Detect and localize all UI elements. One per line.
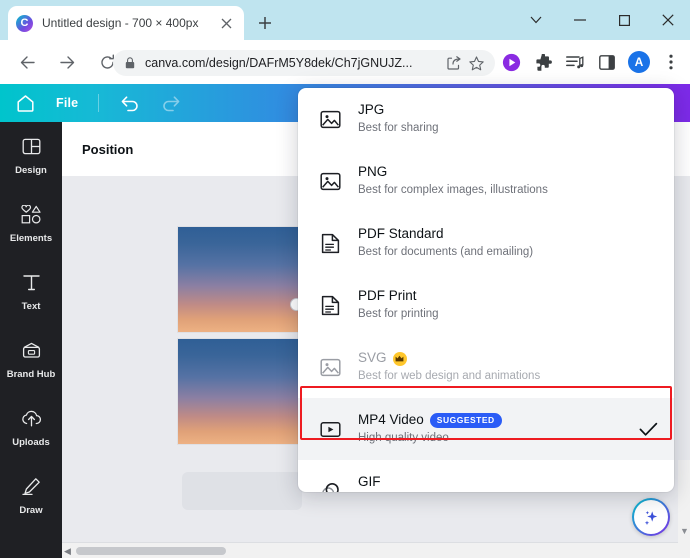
scroll-left-arrow[interactable]: ◀	[64, 546, 71, 557]
menu-item-subtitle: Best for documents (and emailing)	[358, 246, 534, 259]
forward-icon[interactable]	[50, 45, 84, 79]
menu-item-pdf-print[interactable]: PDF Print Best for printing	[298, 274, 674, 336]
position-button[interactable]: Position	[82, 142, 133, 157]
avatar[interactable]: A	[624, 47, 654, 77]
home-icon[interactable]	[8, 88, 42, 118]
sidebar-item-elements[interactable]: Elements	[0, 190, 62, 258]
menu-item-title: PDF Print	[358, 288, 417, 304]
toolbar-divider	[98, 94, 100, 112]
sidebar-item-label: Draw	[19, 504, 43, 516]
document-icon	[316, 295, 344, 316]
sidebar-item-label: Elements	[9, 232, 53, 244]
address-bar[interactable]: canva.com/design/DAFrM5Y8dek/Ch7jGNUJZ..…	[113, 50, 495, 76]
menu-item-pdf-standard[interactable]: PDF Standard Best for documents (and ema…	[298, 212, 674, 274]
media-play-icon[interactable]	[496, 47, 526, 77]
elements-icon	[20, 204, 42, 229]
design-icon	[22, 137, 41, 161]
menu-item-title: SVG	[358, 350, 387, 366]
menu-item-text: PNG Best for complex images, illustratio…	[358, 164, 658, 198]
vertical-scrollbar[interactable]: ▼	[678, 460, 690, 558]
menu-item-text: GIF Short clip, no sound	[358, 474, 658, 492]
back-icon[interactable]	[10, 45, 44, 79]
canva-logo-icon: C	[16, 14, 33, 32]
sidebar-item-draw[interactable]: Draw	[0, 462, 62, 530]
maximize-button[interactable]	[602, 3, 646, 37]
menu-item-jpg[interactable]: JPG Best for sharing	[298, 88, 674, 150]
document-icon	[316, 233, 344, 254]
checkmark-icon	[639, 422, 658, 437]
canvas-image-element[interactable]	[178, 227, 310, 332]
browser-toolbar-actions: A	[496, 47, 686, 77]
undo-icon[interactable]	[113, 88, 147, 118]
menu-item-text: PDF Standard Best for documents (and ema…	[358, 226, 658, 260]
close-button[interactable]	[646, 3, 690, 37]
menu-item-gif[interactable]: GIF Short clip, no sound	[298, 460, 674, 492]
text-icon	[22, 273, 41, 297]
menu-item-subtitle: Best for printing	[358, 308, 439, 321]
gif-icon	[316, 481, 344, 492]
sidebar-item-uploads[interactable]: Uploads	[0, 394, 62, 462]
extensions-puzzle-icon[interactable]	[528, 47, 558, 77]
browser-tab[interactable]: C Untitled design - 700 × 400px	[8, 6, 244, 40]
export-format-dropdown: JPG Best for sharing PNG Best for comple…	[298, 88, 674, 492]
pro-crown-icon	[392, 351, 407, 366]
menu-item-title: JPG	[358, 102, 385, 118]
menu-item-text: MP4 Video SUGGESTED High quality video	[358, 412, 639, 446]
tab-strip: C Untitled design - 700 × 400px	[0, 0, 690, 40]
canva-sidebar: Design Elements Text Brand Hub Uploads D…	[0, 122, 62, 558]
video-icon	[316, 420, 344, 439]
menu-item-png[interactable]: PNG Best for complex images, illustratio…	[298, 150, 674, 212]
menu-item-mp4-video[interactable]: MP4 Video SUGGESTED High quality video	[298, 398, 674, 460]
horizontal-scrollbar[interactable]: ◀	[62, 542, 690, 558]
reading-list-icon[interactable]	[560, 47, 590, 77]
sidebar-item-label: Design	[15, 164, 47, 176]
menu-item-subtitle: Best for sharing	[358, 122, 439, 135]
side-panel-icon[interactable]	[592, 47, 622, 77]
scroll-down-arrow[interactable]: ▼	[680, 526, 689, 536]
suggested-badge: SUGGESTED	[429, 413, 502, 428]
overflow-menu-icon[interactable]	[656, 47, 686, 77]
bookmark-star-icon[interactable]	[465, 55, 487, 71]
window-controls	[514, 0, 690, 40]
minimize-button[interactable]	[558, 3, 602, 37]
tab-search-button[interactable]	[514, 3, 558, 37]
horizontal-scroll-thumb[interactable]	[76, 547, 226, 555]
menu-item-svg[interactable]: SVG Best for web design and animations	[298, 336, 674, 398]
canvas-image-element[interactable]	[178, 339, 310, 444]
menu-item-text: JPG Best for sharing	[358, 102, 658, 136]
brand-hub-icon	[21, 341, 42, 365]
sidebar-item-brand-hub[interactable]: Brand Hub	[0, 326, 62, 394]
sidebar-item-design[interactable]: Design	[0, 122, 62, 190]
url-text: canva.com/design/DAFrM5Y8dek/Ch7jGNUJZ..…	[145, 56, 413, 70]
share-icon[interactable]	[443, 56, 465, 70]
magic-studio-button[interactable]	[632, 498, 670, 536]
menu-item-title: MP4 Video	[358, 412, 424, 428]
draw-icon	[21, 477, 42, 501]
tab-close-icon[interactable]	[216, 13, 236, 33]
canvas-placeholder-box[interactable]	[182, 472, 302, 510]
browser-window: C Untitled design - 700 × 400px canva.co…	[0, 0, 690, 558]
new-tab-button[interactable]	[252, 10, 278, 36]
redo-icon[interactable]	[153, 88, 187, 118]
menu-item-subtitle: High quality video	[358, 432, 449, 445]
sidebar-item-label: Uploads	[12, 436, 50, 448]
menu-item-title: GIF	[358, 474, 381, 490]
image-icon	[316, 171, 344, 192]
uploads-icon	[21, 409, 42, 433]
file-menu-button[interactable]: File	[56, 96, 78, 110]
tab-title: Untitled design - 700 × 400px	[42, 16, 199, 30]
sidebar-item-label: Text	[21, 300, 41, 312]
menu-item-title: PDF Standard	[358, 226, 444, 242]
sidebar-item-text[interactable]: Text	[0, 258, 62, 326]
menu-item-subtitle: Best for web design and animations	[358, 370, 541, 383]
sidebar-item-label: Brand Hub	[6, 368, 56, 380]
image-icon	[316, 357, 344, 378]
lock-icon	[121, 57, 139, 69]
menu-item-title: PNG	[358, 164, 388, 180]
menu-item-text: SVG Best for web design and animations	[358, 350, 658, 384]
menu-item-subtitle: Best for complex images, illustrations	[358, 184, 548, 197]
image-icon	[316, 109, 344, 130]
menu-item-text: PDF Print Best for printing	[358, 288, 658, 322]
